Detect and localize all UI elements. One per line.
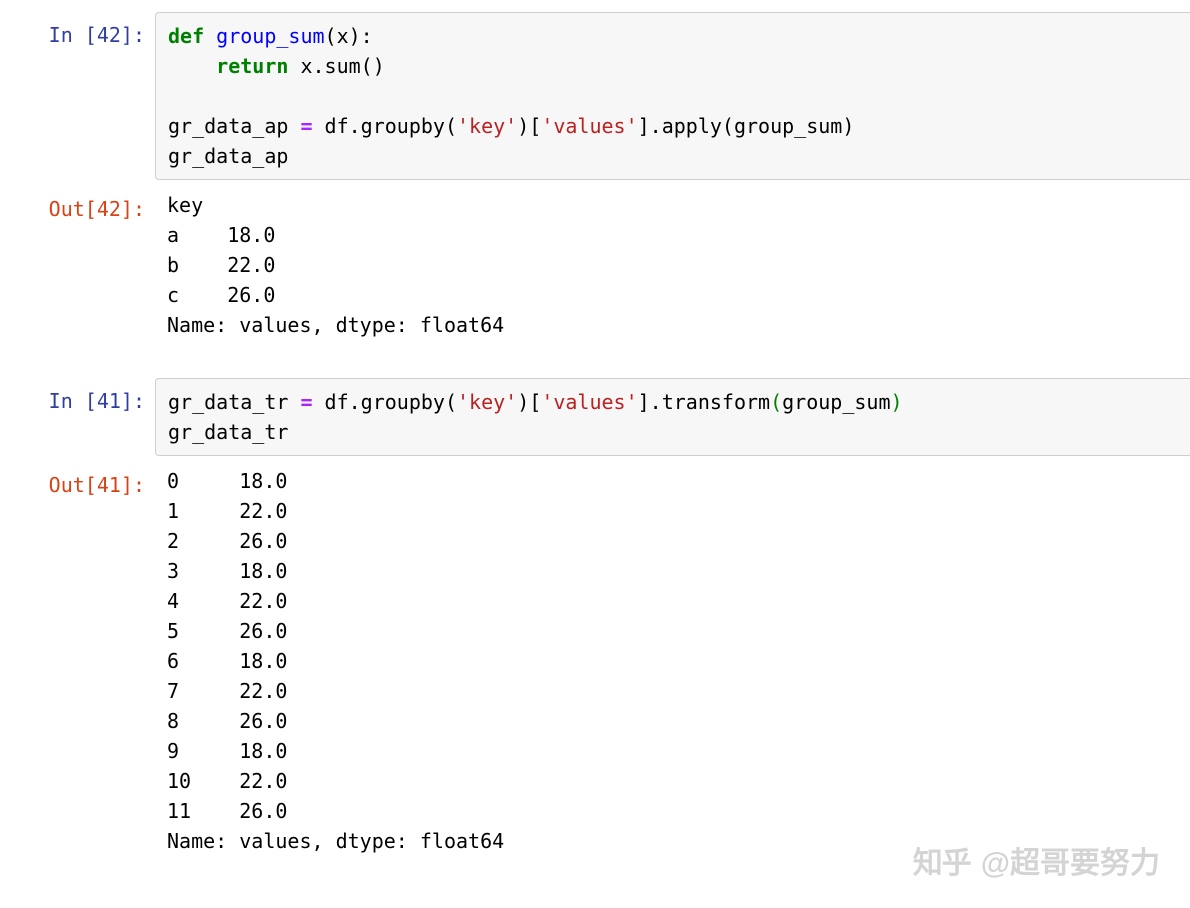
notebook: In [42]: def group_sum(x): return x.sum(… [0, 0, 1190, 896]
prompt-in-41: In [41]: [0, 378, 155, 416]
cell-in-42: In [42]: def group_sum(x): return x.sum(… [0, 12, 1190, 180]
cell-out-42: Out[42]: key a 18.0 b 22.0 c 26.0 Name: … [0, 186, 1190, 344]
kw-def: def [168, 24, 204, 48]
code-input-41[interactable]: gr_data_tr = df.groupby('key')['values']… [155, 378, 1190, 456]
prompt-in-42: In [42]: [0, 12, 155, 50]
cell-out-41: Out[41]: 0 18.0 1 22.0 2 26.0 3 18.0 4 2… [0, 462, 1190, 860]
prompt-out-41: Out[41]: [0, 462, 155, 500]
cell-in-41: In [41]: gr_data_tr = df.groupby('key')[… [0, 378, 1190, 456]
output-text-41: 0 18.0 1 22.0 2 26.0 3 18.0 4 22.0 5 26.… [155, 462, 1190, 860]
fn-name: group_sum [216, 24, 324, 48]
code-input-42[interactable]: def group_sum(x): return x.sum() gr_data… [155, 12, 1190, 180]
prompt-out-42: Out[42]: [0, 186, 155, 224]
kw-return: return [216, 54, 288, 78]
output-text-42: key a 18.0 b 22.0 c 26.0 Name: values, d… [155, 186, 1190, 344]
cell-gap [0, 350, 1190, 378]
